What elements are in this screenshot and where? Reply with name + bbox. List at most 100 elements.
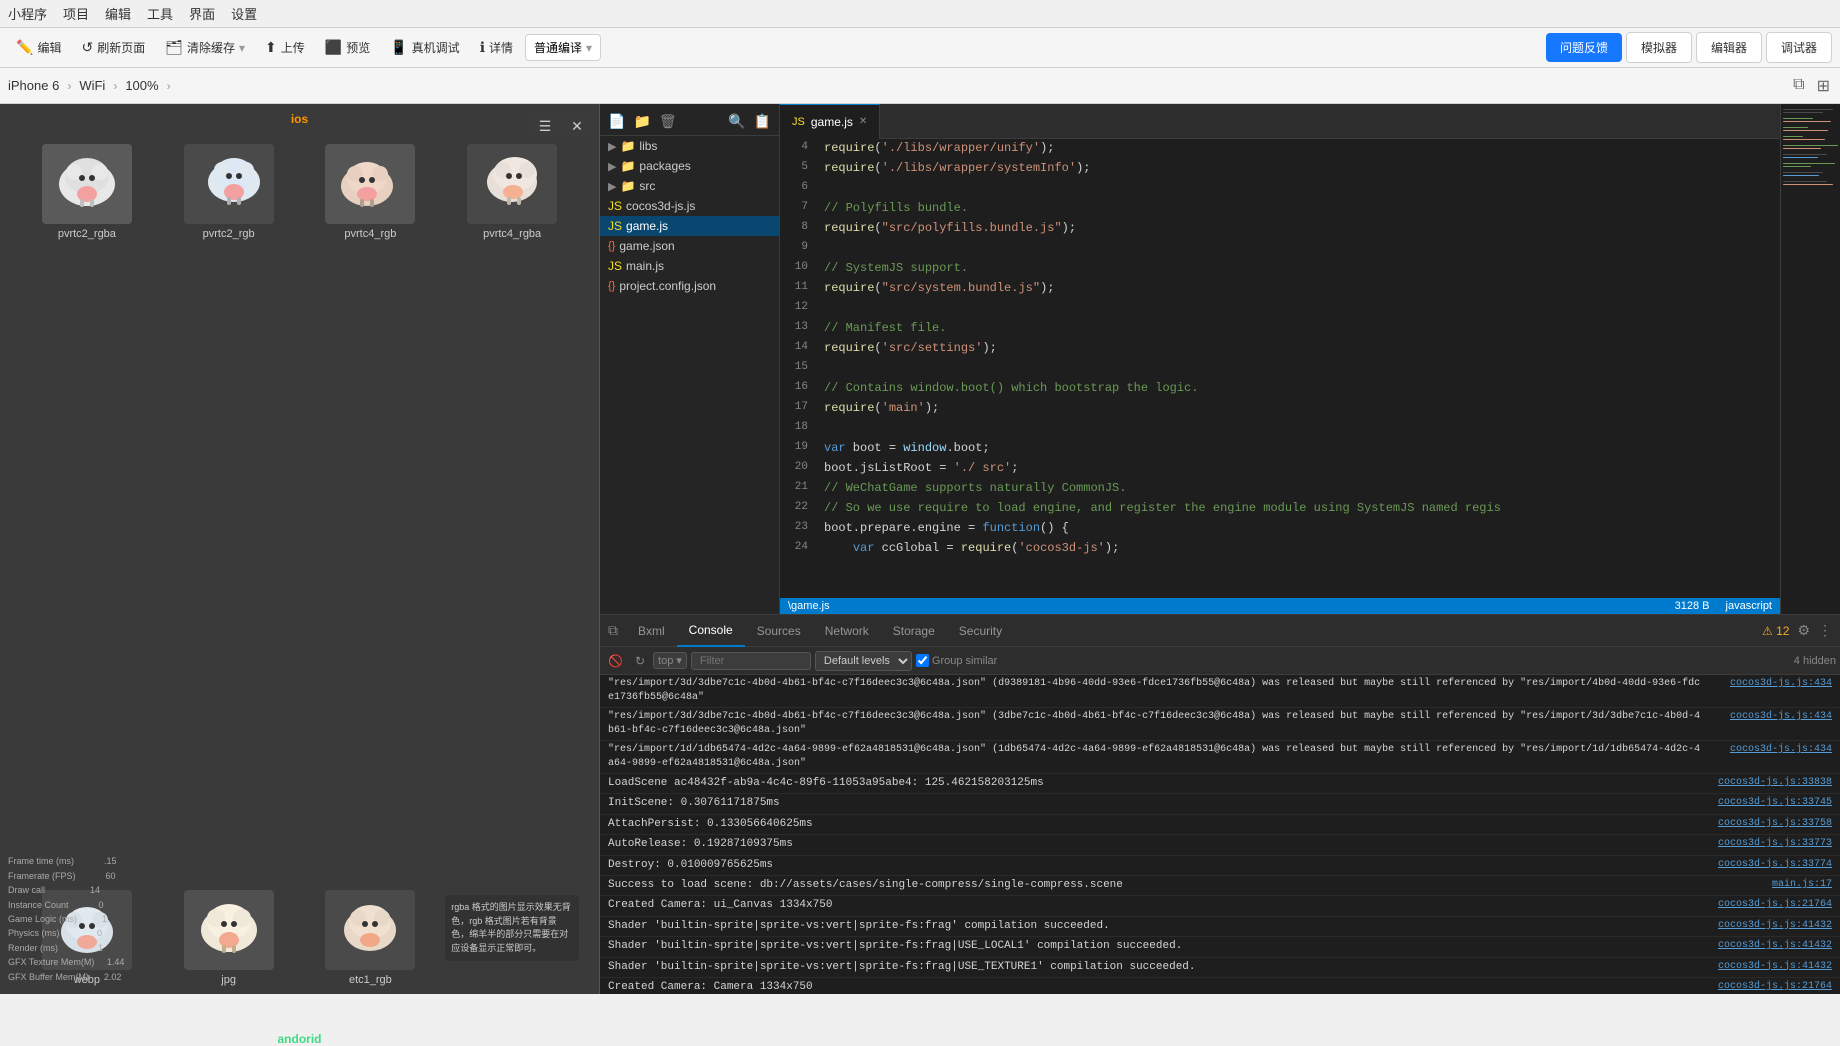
sprite-pvrtc4-rgba: pvrtc4_rgba xyxy=(445,144,579,848)
tree-src-folder[interactable]: ▶ 📁 src xyxy=(600,176,779,196)
stat-draw-call: Draw call 14 xyxy=(8,883,124,897)
group-similar-label: Group similar xyxy=(916,654,997,667)
edit-label: 编辑 xyxy=(37,39,61,56)
menu-project[interactable]: 项目 xyxy=(63,4,89,23)
editor-status: \game.js 3128 B javascript xyxy=(780,598,1780,614)
real-machine-button[interactable]: 📱 真机调试 xyxy=(382,35,467,60)
filter-container: top ▾ xyxy=(653,652,687,669)
edit-button[interactable]: ✏️ 编辑 xyxy=(8,35,69,60)
editor-button[interactable]: 编辑器 xyxy=(1696,32,1762,63)
tree-packages-folder[interactable]: ▶ 📁 packages xyxy=(600,156,779,176)
console-clear-button[interactable]: 🚫 xyxy=(604,652,627,670)
details-button[interactable]: ℹ 详情 xyxy=(472,35,521,60)
tab-console[interactable]: Console xyxy=(677,615,745,647)
tab-sources[interactable]: Sources xyxy=(745,615,813,647)
menu-interface[interactable]: 界面 xyxy=(189,4,215,23)
search-file-icon[interactable]: 🔍 xyxy=(728,113,745,130)
tree-project-config-file[interactable]: {} project.config.json xyxy=(600,276,779,296)
line-code-19: var boot = window.boot; xyxy=(820,439,1780,459)
stat-gfx-texture: GFX Texture Mem(M) 1.44 xyxy=(8,955,124,969)
grid-icon[interactable]: ⊞ xyxy=(1815,74,1832,98)
line-num-19: 19 xyxy=(780,439,820,459)
sprite-label-jpg: jpg xyxy=(221,974,236,986)
simulator-button[interactable]: 模拟器 xyxy=(1626,32,1692,63)
new-file-icon[interactable]: 📄 xyxy=(608,113,625,130)
group-similar-checkbox[interactable] xyxy=(916,654,929,667)
device-name[interactable]: iPhone 6 xyxy=(8,78,59,93)
code-line-8: 8 require("src/polyfills.bundle.js"); xyxy=(780,219,1780,239)
line-num-11: 11 xyxy=(780,279,820,299)
phone-icon: 📱 xyxy=(390,39,407,56)
sprite-label-pvrtc2-rgb: pvrtc2_rgb xyxy=(203,228,255,240)
console-line-10: Created Camera: ui_Canvas 1334x750 cocos… xyxy=(600,896,1840,916)
menu-miniprogram[interactable]: 小程序 xyxy=(8,4,47,23)
tab-bxml[interactable]: Bxml xyxy=(626,615,677,647)
line-num-12: 12 xyxy=(780,299,820,319)
menu-edit[interactable]: 编辑 xyxy=(105,4,131,23)
code-line-10: 10 // SystemJS support. xyxy=(780,259,1780,279)
code-line-16: 16 // Contains window.boot() which boots… xyxy=(780,379,1780,399)
delete-file-icon[interactable]: 🗑 xyxy=(659,113,677,130)
json-icon-game: {} xyxy=(608,240,615,252)
tab-storage[interactable]: Storage xyxy=(881,615,947,647)
tab-network[interactable]: Network xyxy=(813,615,881,647)
tree-cocos3d-file[interactable]: JS cocos3d-js.js xyxy=(600,196,779,216)
upload-button[interactable]: ⬆ 上传 xyxy=(257,35,313,60)
line-num-10: 10 xyxy=(780,259,820,279)
console-line-6: AttachPersist: 0.133056640625ms cocos3d-… xyxy=(600,815,1840,835)
hidden-count: 4 hidden xyxy=(1794,655,1836,667)
copy-icon[interactable]: ⧉ xyxy=(1791,74,1806,98)
tree-libs-folder[interactable]: ▶ 📁 libs xyxy=(600,136,779,156)
simulator-toolbar: ☰ ✕ xyxy=(531,112,591,140)
tab-security[interactable]: Security xyxy=(947,615,1014,647)
issue-feedback-button[interactable]: 问题反馈 xyxy=(1546,33,1622,62)
console-output[interactable]: "res/import/3d/3dbe7c1c-4b0d-4b61-bf4c-c… xyxy=(600,675,1840,994)
code-content[interactable]: 4 require('./libs/wrapper/unify'); 5 req… xyxy=(780,139,1780,598)
tab-game-js[interactable]: JS game.js ✕ xyxy=(780,104,880,139)
file-tree-icon2[interactable]: 📋 xyxy=(754,113,771,130)
folder-icon-src: 📁 xyxy=(620,179,635,193)
simulator-menu-button[interactable]: ☰ xyxy=(531,112,559,140)
code-line-21: 21 // WeChatGame supports naturally Comm… xyxy=(780,479,1780,499)
real-machine-label: 真机调试 xyxy=(412,39,460,56)
console-refresh-button[interactable]: ↻ xyxy=(631,652,649,670)
new-folder-icon[interactable]: 📁 xyxy=(633,113,650,130)
folder-arrow-libs: ▶ xyxy=(608,140,616,153)
console-line-12: Shader 'builtin-sprite|sprite-vs:vert|sp… xyxy=(600,937,1840,957)
devtools-tabs-right: ⚠ 12 ⚙ ⋮ xyxy=(1762,622,1832,639)
tree-main-label: main.js xyxy=(626,259,664,273)
devtools-screenshare-icon[interactable]: ⧉ xyxy=(608,622,618,639)
levels-select[interactable]: Default levels xyxy=(815,651,912,671)
menu-settings[interactable]: 设置 xyxy=(231,4,257,23)
tree-game-file[interactable]: JS game.js xyxy=(600,216,779,236)
simulator-close-button[interactable]: ✕ xyxy=(563,112,591,140)
menu-tools[interactable]: 工具 xyxy=(147,4,173,23)
filter-input[interactable] xyxy=(691,652,811,670)
preview-button[interactable]: ⬛ 预览 xyxy=(317,35,378,60)
sprite-image-pvrtc2-rgb xyxy=(184,144,274,224)
compile-mode-select[interactable]: 普通编译 ▾ xyxy=(525,34,601,61)
console-toolbar: 🚫 ↻ top ▾ Default levels Group similar 4… xyxy=(600,647,1840,675)
devtools-settings-icon[interactable]: ⚙ xyxy=(1797,622,1810,639)
stats-panel: Frame time (ms) .15 Framerate (FPS) 60 D… xyxy=(8,854,124,984)
line-code-14: require('src/settings'); xyxy=(820,339,1780,359)
tree-game-json-file[interactable]: {} game.json xyxy=(600,236,779,256)
refresh-button[interactable]: ↺ 刷新页面 xyxy=(73,35,153,60)
clear-cache-button[interactable]: 🗂 清除缓存 ▾ xyxy=(157,35,253,60)
network-type[interactable]: WiFi xyxy=(79,78,105,93)
devtools-more-icon[interactable]: ⋮ xyxy=(1818,622,1832,639)
tab-js-icon: JS xyxy=(792,116,805,128)
code-line-9: 9 xyxy=(780,239,1780,259)
tree-main-file[interactable]: JS main.js xyxy=(600,256,779,276)
line-code-13: // Manifest file. xyxy=(820,319,1780,339)
line-num-7: 7 xyxy=(780,199,820,219)
stat-instance-count: Instance Count 0 xyxy=(8,898,124,912)
toolbar: ✏️ 编辑 ↺ 刷新页面 🗂 清除缓存 ▾ ⬆ 上传 ⬛ 预览 📱 真机调试 ℹ… xyxy=(0,28,1840,68)
code-line-12: 12 xyxy=(780,299,1780,319)
filter-dropdown-icon[interactable]: top ▾ xyxy=(658,654,682,667)
clear-icon: 🗂 xyxy=(165,39,183,56)
debug-button[interactable]: 调试器 xyxy=(1766,32,1832,63)
tab-close-button[interactable]: ✕ xyxy=(859,116,867,127)
code-line-14: 14 require('src/settings'); xyxy=(780,339,1780,359)
zoom-level[interactable]: 100% xyxy=(125,78,158,93)
